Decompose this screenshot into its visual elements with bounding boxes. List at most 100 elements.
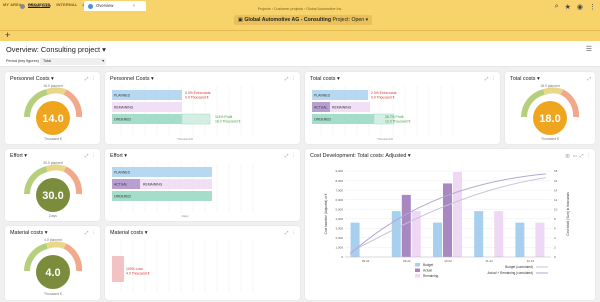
- card-total-costs-bar: Total costs ▾ ⤢ ⋮ PLANNED ACTUAL REMAININ…: [305, 72, 500, 144]
- card-personnel-costs-gauge: Personnel Costs ▾ ⤢ ⋮ 16.0 planned 14.0 T…: [5, 72, 100, 144]
- card-total-costs-gauge: Total costs ▾ ⤢ 18.0 planned 18.0 Thousa…: [505, 72, 595, 144]
- gauge-unit: Thousand €: [44, 137, 62, 141]
- tab-master-data-label: Master Data: [28, 3, 51, 8]
- close-icon[interactable]: ×: [133, 3, 135, 8]
- x-tick-label: 10.22: [444, 259, 452, 263]
- profit-label: 114% Profit: [215, 115, 232, 119]
- legend-label: Remaining: [423, 274, 438, 278]
- project-status: Project: Open: [332, 17, 365, 23]
- title-bar: Overview: Consulting project ▾ ☰: [0, 41, 600, 57]
- gauge-unit: Thousand €: [44, 292, 62, 296]
- y2-tick-label: 14: [554, 188, 558, 192]
- y-tick-label: 1,000: [335, 246, 343, 250]
- axis-label: Days: [182, 214, 189, 218]
- profit-bar: [181, 113, 211, 125]
- loss-value: 4.0 Thousand €: [126, 272, 150, 276]
- y2-tick-label: 8: [554, 217, 556, 221]
- period-select[interactable]: Total ▾: [40, 58, 106, 65]
- bar-budget: [474, 211, 484, 257]
- period-label: Period (key figures): [6, 59, 39, 63]
- actual-label: ACTUAL: [114, 183, 127, 187]
- bar-budget: [515, 222, 525, 257]
- menu-icon[interactable]: ⋮: [589, 3, 596, 11]
- y-tick-label: 5,000: [335, 207, 343, 211]
- profit-label: 36.7% Profit: [385, 115, 404, 119]
- remaining-label: REMAINING: [143, 183, 163, 187]
- remaining-label: REMAINING: [332, 106, 352, 110]
- gauge-value: 4.0: [45, 267, 60, 279]
- add-tab-icon[interactable]: +: [5, 30, 10, 40]
- legend-label: Actual: [423, 269, 432, 273]
- legend-swatch: [415, 274, 420, 278]
- ordered-label: ORDERED: [314, 118, 332, 122]
- gauge-planned: 4.0 planned: [44, 238, 62, 242]
- legend-label: Budget (cumulated): [505, 265, 533, 269]
- planned-label: PLANNED: [114, 94, 131, 98]
- gauge-value: 14.0: [42, 113, 63, 125]
- bar-budget: [433, 222, 442, 257]
- y2-tick-label: 18: [554, 169, 558, 173]
- x-tick-label: 09.22: [362, 259, 370, 263]
- gauge-chart: 4.0 planned 4.0 Thousand €: [24, 238, 83, 296]
- extra-costs-label: 0.0% Extra costs: [185, 91, 211, 95]
- gauge-value: 18.0: [539, 113, 560, 125]
- settings-icon[interactable]: ☰: [586, 45, 592, 53]
- bar-remaining: [535, 222, 545, 257]
- loss-bar: [112, 256, 124, 282]
- y2-tick-label: 12: [554, 198, 558, 202]
- gauge-chart: 16.0 planned 14.0 Thousand €: [24, 84, 83, 141]
- legend-swatch: [415, 268, 420, 272]
- legend-label: Actual + Remaining (cumulated): [488, 271, 533, 275]
- y-tick-label: 3,000: [335, 227, 343, 231]
- ordered-label: ORDERED: [114, 118, 132, 122]
- bar-actual: [401, 194, 411, 257]
- cost-bar-chart: PLANNED ACTUAL REMAINING ORDERED 2.0% Ex…: [312, 86, 454, 141]
- y-tick-label: 7,000: [335, 188, 343, 192]
- project-name: Global Automotive AG - Consulting: [244, 17, 331, 23]
- y-tick-label: 6,000: [335, 198, 343, 202]
- legend-label: Budget: [423, 263, 433, 267]
- remaining-label: REMAINING: [114, 106, 134, 110]
- legend-swatch: [415, 263, 420, 267]
- top-icons: ⌕ ★ ◉ ⋮: [555, 3, 596, 11]
- y-tick-label: 4,000: [335, 217, 343, 221]
- card-effort-gauge: Effort ▾ ⤢ ⋮ 30.0 planned 30.0 Days: [5, 149, 100, 221]
- period-bar: Period (key figures) Total ▾: [0, 57, 600, 67]
- chevron-down-icon: ▾: [365, 17, 369, 23]
- user-icon[interactable]: ◉: [577, 3, 583, 11]
- planned-label: PLANNED: [114, 171, 131, 175]
- x-tick-label: 12.22: [527, 259, 535, 263]
- ordered-label: ORDERED: [114, 195, 132, 199]
- y-tick-label: 0: [341, 255, 343, 259]
- cost-development-chart: 0 1,000 2,000 3,000 4,000 5,000 6,000 7,000 8,00…: [324, 169, 570, 278]
- project-selector[interactable]: ▣ Global Automotive AG - Consulting Proj…: [234, 15, 373, 25]
- gauge-chart: 30.0 planned 30.0 Days: [24, 161, 83, 218]
- search-icon[interactable]: ⌕: [555, 3, 559, 11]
- tab-overview-label: Overview: [96, 3, 114, 8]
- extra-costs-value: 0.0 Thousand €: [185, 96, 209, 100]
- profit-value: 12.0 Thousand €: [385, 120, 411, 124]
- page-title[interactable]: Overview: Consulting project ▾: [6, 45, 106, 54]
- tab-overview[interactable]: Overview ×: [84, 1, 146, 11]
- card-personnel-costs-bar: Personnel Costs ▾ ⤢ ⋮ PLANNED REMAINING O…: [105, 72, 300, 144]
- overview-icon: [88, 4, 93, 9]
- profit-value: 18.0 Thousand €: [215, 120, 241, 124]
- bar-remaining: [411, 211, 421, 257]
- y2-tick-label: 0: [554, 255, 556, 259]
- actual-label: ACTUAL: [314, 106, 327, 110]
- y2-tick-label: 6: [554, 227, 556, 231]
- y-axis-label: Cost baseline (Adjusted) in €: [324, 193, 328, 234]
- gauge-planned: 18.0 planned: [540, 84, 560, 88]
- planned-label: PLANNED: [314, 94, 331, 98]
- axis-label: Thousand €: [177, 137, 193, 141]
- card-material-costs-bar: Material costs ▾ ⤢ ⋮ 100% Loss 4.0 Thousa…: [105, 226, 300, 300]
- y-tick-label: 9,000: [335, 169, 343, 173]
- star-icon[interactable]: ★: [565, 3, 571, 11]
- tab-master-data[interactable]: Master Data ×: [16, 1, 84, 11]
- extra-costs-label: 2.0% Extra costs: [371, 91, 397, 95]
- effort-bar-chart: PLANNED ACTUAL REMAINING ORDERED Days: [112, 163, 254, 218]
- gauge-planned: 30.0 planned: [43, 161, 63, 165]
- y2-tick-label: 10: [554, 207, 558, 211]
- gauge-chart: 18.0 planned 18.0 Thousand €: [521, 84, 580, 141]
- gauge-unit: Days: [49, 214, 57, 218]
